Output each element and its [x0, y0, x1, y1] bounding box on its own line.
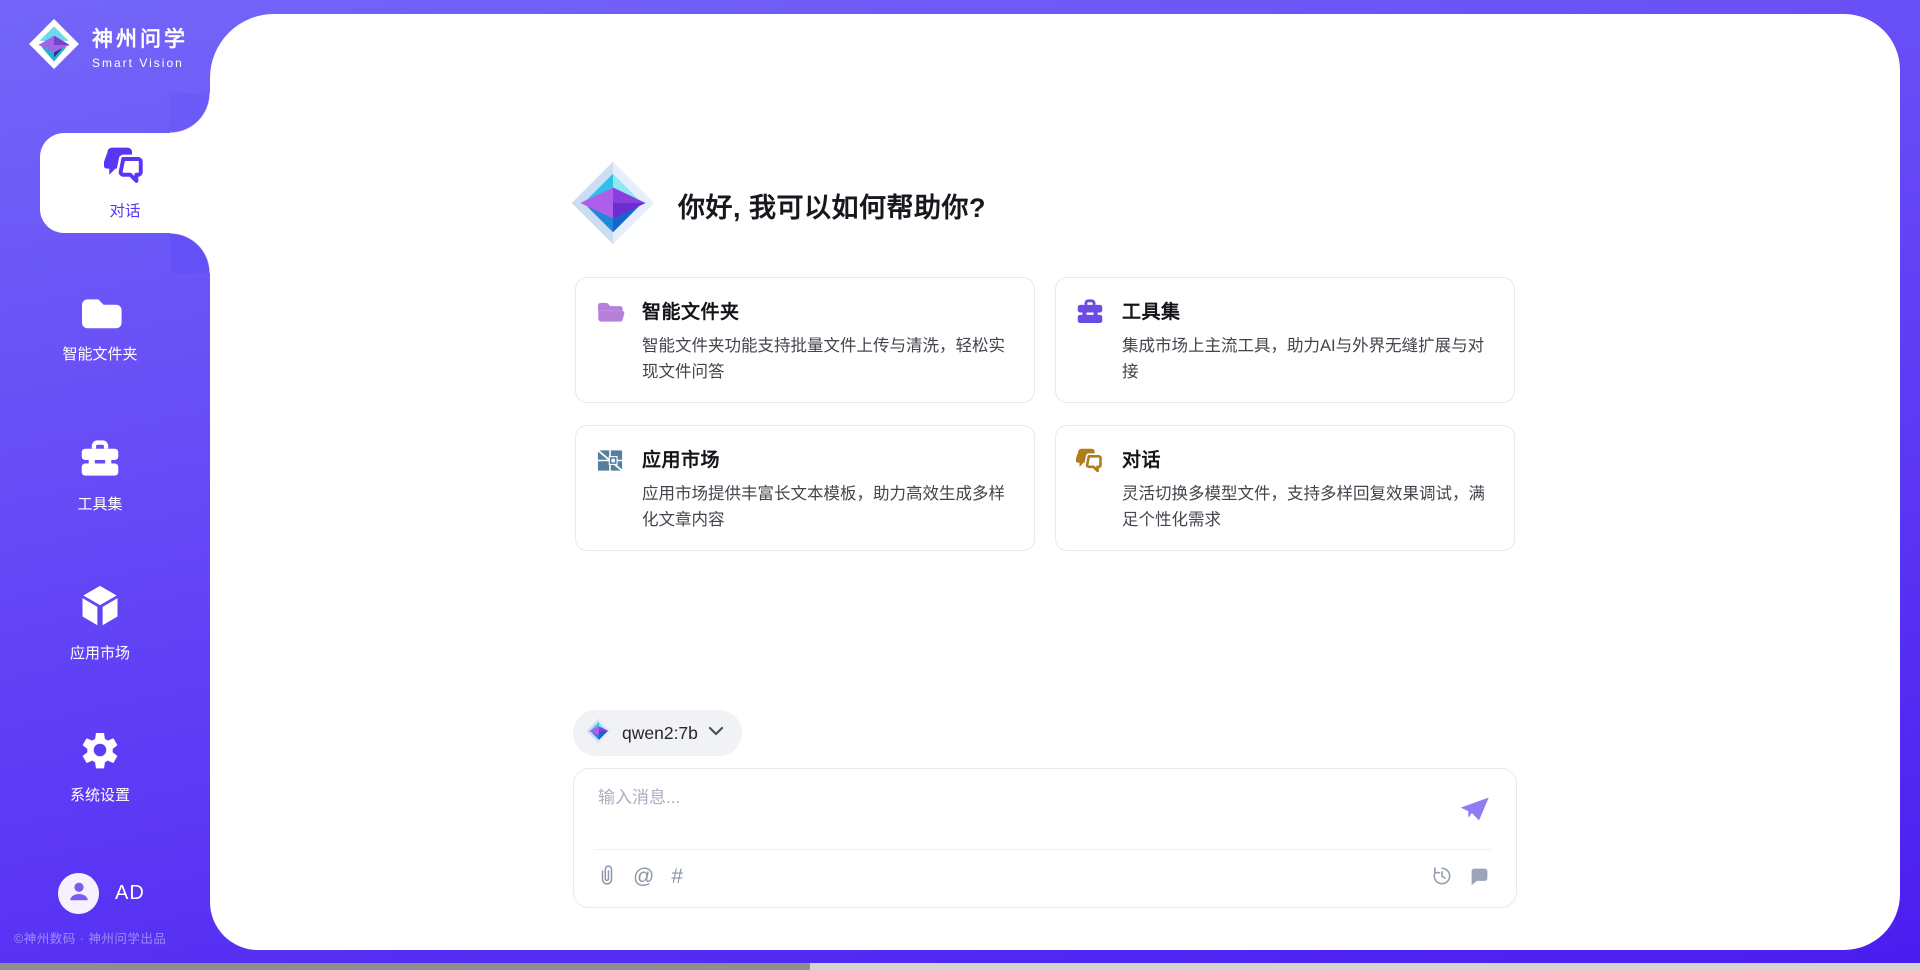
person-icon	[66, 878, 92, 909]
app-grid-icon	[596, 445, 626, 534]
model-selector[interactable]: qwen2:7b	[573, 710, 742, 756]
brand-subtitle: Smart Vision	[92, 56, 188, 70]
card-title: 对话	[1122, 445, 1500, 472]
card-toolset[interactable]: 工具集 集成市场上主流工具，助力AI与外界无缝扩展与对接	[1055, 277, 1515, 403]
avatar	[58, 873, 99, 914]
toolbox-icon	[79, 440, 121, 484]
chevron-down-icon	[708, 724, 724, 742]
card-title: 智能文件夹	[642, 297, 1020, 324]
toolbox-icon	[1076, 297, 1106, 386]
card-title: 工具集	[1122, 297, 1500, 324]
card-description: 集成市场上主流工具，助力AI与外界无缝扩展与对接	[1122, 333, 1500, 386]
history-icon[interactable]	[1431, 865, 1453, 887]
gear-icon	[79, 729, 121, 775]
sidebar-item-app-market[interactable]: 应用市场	[0, 583, 200, 663]
greeting-title: 你好, 我可以如何帮助你?	[678, 186, 986, 225]
feature-cards: 智能文件夹 智能文件夹功能支持批量文件上传与清洗，轻松实现文件问答 工具集 集成…	[575, 277, 1515, 551]
card-app-market[interactable]: 应用市场 应用市场提供丰富长文本模板，助力高效生成多样化文章内容	[575, 425, 1035, 551]
sidebar-footer: ©神州数码 · 神州问学出品	[14, 928, 166, 947]
card-chat[interactable]: 对话 灵活切换多模型文件，支持多样回复效果调试，满足个性化需求	[1055, 425, 1515, 551]
user-profile[interactable]: AD	[58, 873, 145, 914]
message-input[interactable]	[598, 783, 1438, 839]
sidebar-item-label: 对话	[109, 199, 140, 221]
folder-open-icon	[596, 297, 626, 386]
message-composer: @ #	[573, 768, 1517, 908]
horizontal-scrollbar[interactable]	[0, 963, 1920, 970]
main-panel: 你好, 我可以如何帮助你? 智能文件夹 智能文件夹功能支持批量文件上传与清洗，轻…	[210, 14, 1900, 950]
card-description: 应用市场提供丰富长文本模板，助力高效生成多样化文章内容	[642, 481, 1020, 534]
hashtag-icon[interactable]: #	[671, 866, 683, 887]
sidebar: 神州问学 Smart Vision 对话 智能文件夹	[0, 0, 210, 970]
chat-bubbles-icon	[1076, 445, 1106, 534]
sidebar-item-label: 系统设置	[70, 784, 130, 805]
brand-name: 神州问学	[92, 23, 188, 53]
brand-diamond-icon	[586, 718, 612, 749]
greeting-diamond-icon	[570, 160, 656, 251]
attachment-icon[interactable]	[598, 863, 616, 889]
sidebar-item-label: 工具集	[77, 493, 122, 514]
card-title: 应用市场	[642, 445, 1020, 472]
chat-bubbles-icon	[104, 145, 146, 192]
folder-icon	[78, 294, 122, 334]
card-smart-folder[interactable]: 智能文件夹 智能文件夹功能支持批量文件上传与清洗，轻松实现文件问答	[575, 277, 1035, 403]
sidebar-item-label: 智能文件夹	[62, 343, 137, 364]
composer-divider	[594, 849, 1492, 850]
sidebar-item-settings[interactable]: 系统设置	[0, 729, 200, 805]
user-name: AD	[115, 882, 145, 905]
cube-icon	[79, 583, 121, 633]
sidebar-item-smart-folder[interactable]: 智能文件夹	[0, 294, 200, 364]
greeting: 你好, 我可以如何帮助你?	[570, 160, 986, 251]
sidebar-item-label: 应用市场	[70, 642, 130, 663]
scrollbar-thumb[interactable]	[0, 963, 810, 970]
card-description: 智能文件夹功能支持批量文件上传与清洗，轻松实现文件问答	[642, 333, 1020, 386]
sidebar-item-toolset[interactable]: 工具集	[0, 440, 200, 514]
brand: 神州问学 Smart Vision	[28, 18, 188, 75]
sidebar-item-chat[interactable]: 对话	[40, 133, 210, 233]
send-icon[interactable]	[1459, 795, 1491, 823]
feedback-chat-icon[interactable]	[1469, 866, 1490, 887]
card-description: 灵活切换多模型文件，支持多样回复效果调试，满足个性化需求	[1122, 481, 1500, 534]
brand-diamond-icon	[28, 18, 80, 75]
model-name: qwen2:7b	[622, 723, 698, 744]
mention-icon[interactable]: @	[633, 866, 654, 887]
